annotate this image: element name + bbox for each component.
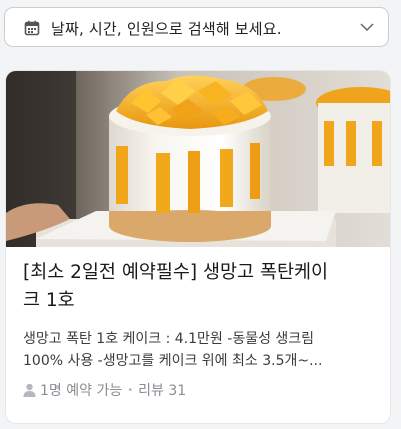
product-title-line1: [최소 2일전 예약필수] 생망고 폭탄케이 — [23, 262, 329, 283]
calendar-icon — [24, 20, 40, 36]
person-icon — [23, 383, 36, 397]
product-meta: 1명 예약 가능 • 리뷰 31 — [23, 380, 186, 400]
reservation-search-bar[interactable]: 날짜, 시간, 인원으로 검색해 보세요. — [4, 7, 389, 47]
meta-separator: • — [127, 384, 134, 396]
product-description: 생망고 폭탄 1호 케이크 : 4.1만원 -동물성 생크림 100% 사용 -… — [23, 328, 379, 372]
review-count[interactable]: 리뷰 31 — [138, 380, 186, 400]
product-title-line2: 크 1호 — [23, 290, 75, 311]
booking-availability: 1명 예약 가능 — [40, 383, 123, 399]
product-title[interactable]: [최소 2일전 예약필수] 생망고 폭탄케이 크 1호 — [23, 259, 379, 315]
product-card[interactable]: [최소 2일전 예약필수] 생망고 폭탄케이 크 1호 생망고 폭탄 1호 케이… — [6, 71, 390, 423]
product-description-line1: 생망고 폭탄 1호 케이크 : 4.1만원 -동물성 생크림 — [23, 331, 315, 347]
product-description-line2: 100% 사용 -생망고를 케이크 위에 최소 3.5개~... — [23, 353, 323, 369]
chevron-down-icon[interactable] — [360, 22, 374, 32]
mango-cake-photo[interactable] — [6, 71, 390, 247]
search-placeholder: 날짜, 시간, 인원으로 검색해 보세요. — [51, 20, 282, 38]
